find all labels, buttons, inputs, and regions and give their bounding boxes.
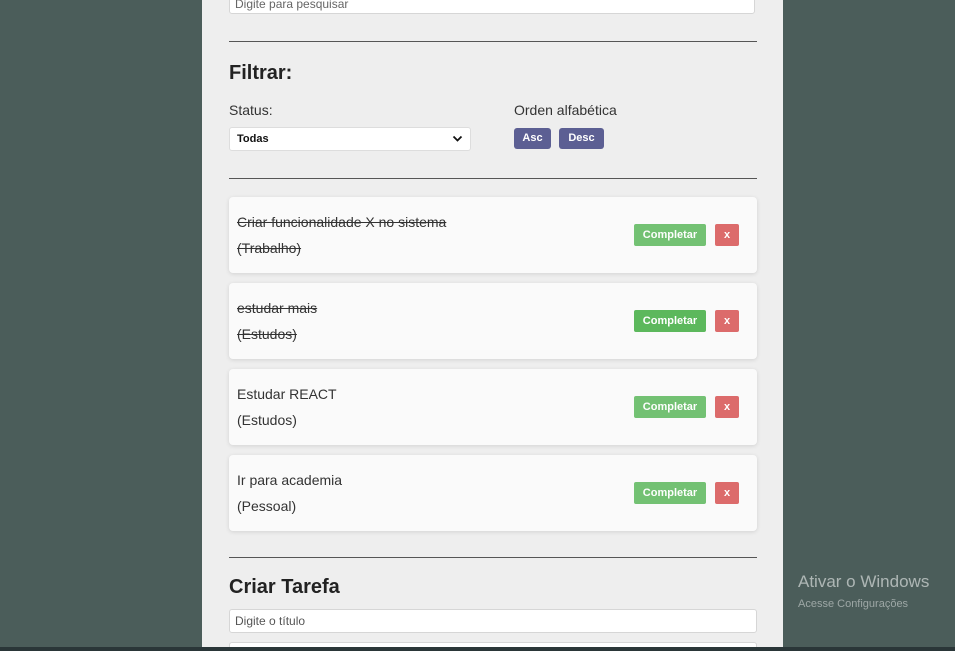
todo-item: estudar mais (Estudos) Completar x: [229, 283, 757, 359]
todo-item: Criar funcionalidade X no sistema (Traba…: [229, 197, 757, 273]
filter-heading: Filtrar:: [229, 62, 293, 84]
delete-button[interactable]: x: [715, 224, 739, 246]
todo-category: (Estudos): [237, 326, 297, 342]
sort-label: Orden alfabética: [514, 102, 617, 118]
delete-button[interactable]: x: [715, 396, 739, 418]
status-selected-value: Todas: [237, 133, 269, 145]
status-label: Status:: [229, 102, 273, 118]
complete-button[interactable]: Completar: [634, 396, 706, 418]
todo-title: estudar mais: [237, 300, 318, 316]
todo-title: Estudar REACT: [237, 386, 337, 402]
todo-item: Ir para academia (Pessoal) Completar x: [229, 455, 757, 531]
todo-title: Criar funcionalidade X no sistema: [237, 214, 447, 230]
complete-button[interactable]: Completar: [634, 224, 706, 246]
todo-title: Ir para academia: [237, 472, 343, 488]
todo-category: (Pessoal): [237, 498, 297, 514]
search-input[interactable]: Digite para pesquisar: [229, 0, 755, 14]
todo-category: (Trabalho): [237, 240, 302, 256]
complete-button[interactable]: Completar: [634, 310, 706, 332]
complete-button[interactable]: Completar: [634, 482, 706, 504]
sort-asc-button[interactable]: Asc: [514, 128, 551, 149]
title-input[interactable]: Digite o título: [229, 609, 757, 633]
divider: [229, 41, 757, 42]
activation-watermark-subtitle: Acesse Configurações: [798, 598, 909, 610]
activation-watermark-title: Ativar o Windows: [798, 572, 930, 591]
todo-category: (Estudos): [237, 412, 297, 428]
divider: [229, 557, 757, 558]
sort-desc-button[interactable]: Desc: [559, 128, 604, 149]
status-select[interactable]: Todas: [229, 127, 471, 151]
taskbar: [0, 647, 955, 651]
todo-app-panel: Digite para pesquisar Filtrar: Status: T…: [202, 0, 783, 651]
chevron-down-icon: [452, 128, 463, 158]
todo-item: Estudar REACT (Estudos) Completar x: [229, 369, 757, 445]
divider: [229, 178, 757, 179]
delete-button[interactable]: x: [715, 310, 739, 332]
delete-button[interactable]: x: [715, 482, 739, 504]
create-heading: Criar Tarefa: [229, 576, 340, 598]
